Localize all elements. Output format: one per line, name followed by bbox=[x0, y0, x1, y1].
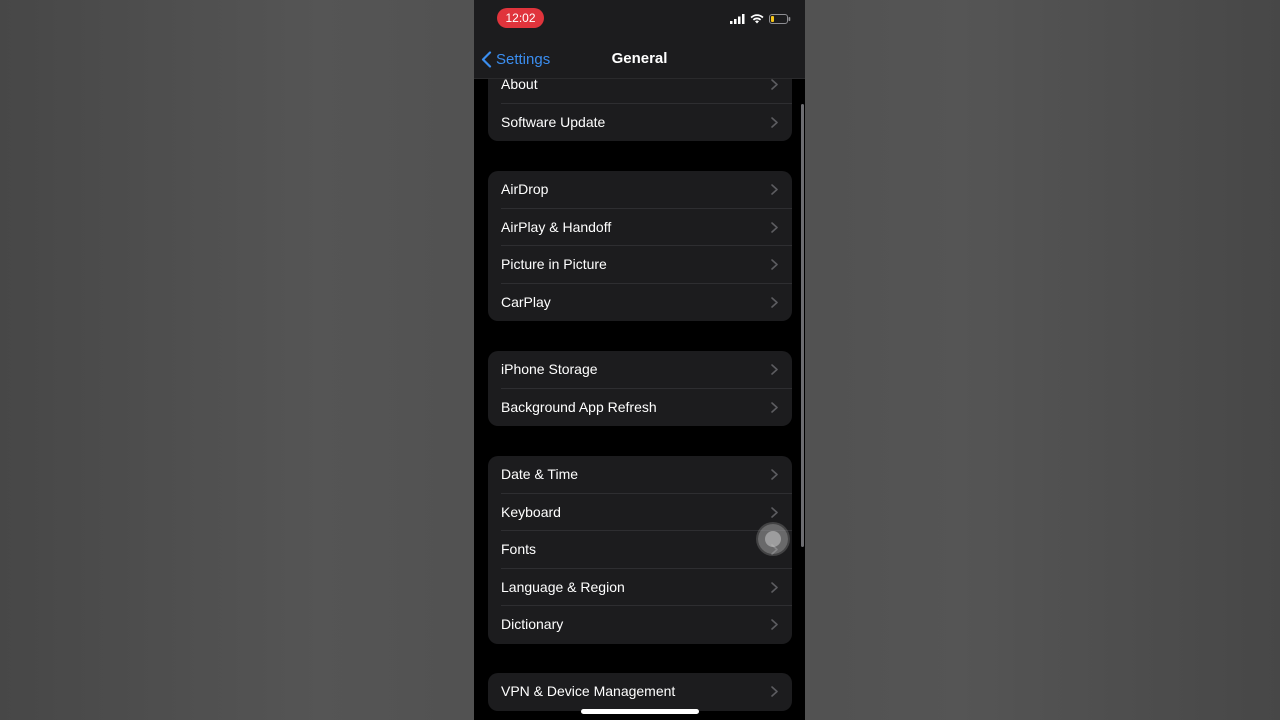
settings-row-software-update[interactable]: Software Update bbox=[488, 104, 792, 142]
chevron-right-icon bbox=[771, 506, 778, 518]
chevron-right-icon bbox=[771, 619, 778, 630]
row-label: Dictionary bbox=[501, 616, 564, 632]
settings-row-dictionary[interactable]: Dictionary bbox=[488, 606, 792, 644]
settings-row-picture-in-picture[interactable]: Picture in Picture bbox=[488, 246, 792, 284]
touch-indicator-core bbox=[765, 531, 781, 547]
row-label: About bbox=[501, 79, 538, 92]
row-label: AirPlay & Handoff bbox=[501, 218, 612, 235]
battery-low-icon bbox=[769, 14, 791, 24]
row-label: Background App Refresh bbox=[501, 398, 657, 415]
settings-group-vpn: VPN & Device Management bbox=[488, 673, 792, 711]
settings-row-airdrop[interactable]: AirDrop bbox=[488, 171, 792, 209]
wifi-icon bbox=[750, 14, 764, 24]
row-label: AirDrop bbox=[501, 181, 549, 197]
settings-group-locale: Date & Time Keyboard Fonts Language & Re… bbox=[488, 456, 792, 644]
chevron-right-icon bbox=[771, 469, 778, 480]
row-label: Keyboard bbox=[501, 503, 561, 520]
settings-list[interactable]: About Software Update AirDrop AirPlay & … bbox=[474, 79, 805, 720]
chevron-right-icon bbox=[771, 401, 778, 413]
settings-row-carplay[interactable]: CarPlay bbox=[488, 284, 792, 322]
row-label: Fonts bbox=[501, 541, 537, 557]
page-title: General bbox=[611, 50, 668, 67]
touch-indicator-icon bbox=[758, 524, 788, 554]
settings-group-connectivity: AirDrop AirPlay & Handoff Picture in Pic… bbox=[488, 171, 792, 321]
settings-row-vpn-device-management[interactable]: VPN & Device Management bbox=[488, 673, 792, 711]
cellular-signal-icon bbox=[730, 14, 745, 24]
chevron-right-icon bbox=[771, 296, 778, 308]
chevron-right-icon bbox=[771, 116, 778, 128]
row-label: iPhone Storage bbox=[501, 361, 598, 377]
status-icons bbox=[730, 13, 791, 25]
settings-row-language-region[interactable]: Language & Region bbox=[488, 569, 792, 606]
settings-row-keyboard[interactable]: Keyboard bbox=[488, 494, 792, 531]
status-bar: 12:02 bbox=[474, 0, 805, 38]
settings-group-info: About Software Update bbox=[488, 79, 792, 141]
status-time[interactable]: 12:02 bbox=[497, 8, 544, 28]
chevron-right-icon bbox=[771, 79, 778, 90]
chevron-right-icon bbox=[771, 221, 778, 233]
navigation-bar: Settings General bbox=[474, 38, 805, 79]
row-label: Date & Time bbox=[501, 466, 579, 482]
settings-row-background-app-refresh[interactable]: Background App Refresh bbox=[488, 389, 792, 427]
phone-screen: 12:02 Settings General About Software Up… bbox=[474, 0, 805, 720]
settings-row-fonts[interactable]: Fonts bbox=[488, 531, 792, 569]
chevron-right-icon bbox=[771, 686, 778, 697]
settings-row-about[interactable]: About bbox=[488, 79, 792, 104]
row-label: Language & Region bbox=[501, 578, 625, 595]
settings-group-storage: iPhone Storage Background App Refresh bbox=[488, 351, 792, 426]
row-label: CarPlay bbox=[501, 293, 551, 310]
settings-row-date-time[interactable]: Date & Time bbox=[488, 456, 792, 494]
row-label: Picture in Picture bbox=[501, 256, 607, 272]
home-indicator[interactable] bbox=[581, 709, 699, 714]
chevron-right-icon bbox=[771, 581, 778, 593]
settings-row-iphone-storage[interactable]: iPhone Storage bbox=[488, 351, 792, 389]
scroll-indicator[interactable] bbox=[801, 104, 804, 547]
chevron-right-icon bbox=[771, 364, 778, 375]
row-label: VPN & Device Management bbox=[501, 683, 676, 699]
settings-row-airplay-handoff[interactable]: AirPlay & Handoff bbox=[488, 209, 792, 246]
row-label: Software Update bbox=[501, 113, 606, 130]
chevron-right-icon bbox=[771, 184, 778, 195]
chevron-right-icon bbox=[771, 259, 778, 270]
